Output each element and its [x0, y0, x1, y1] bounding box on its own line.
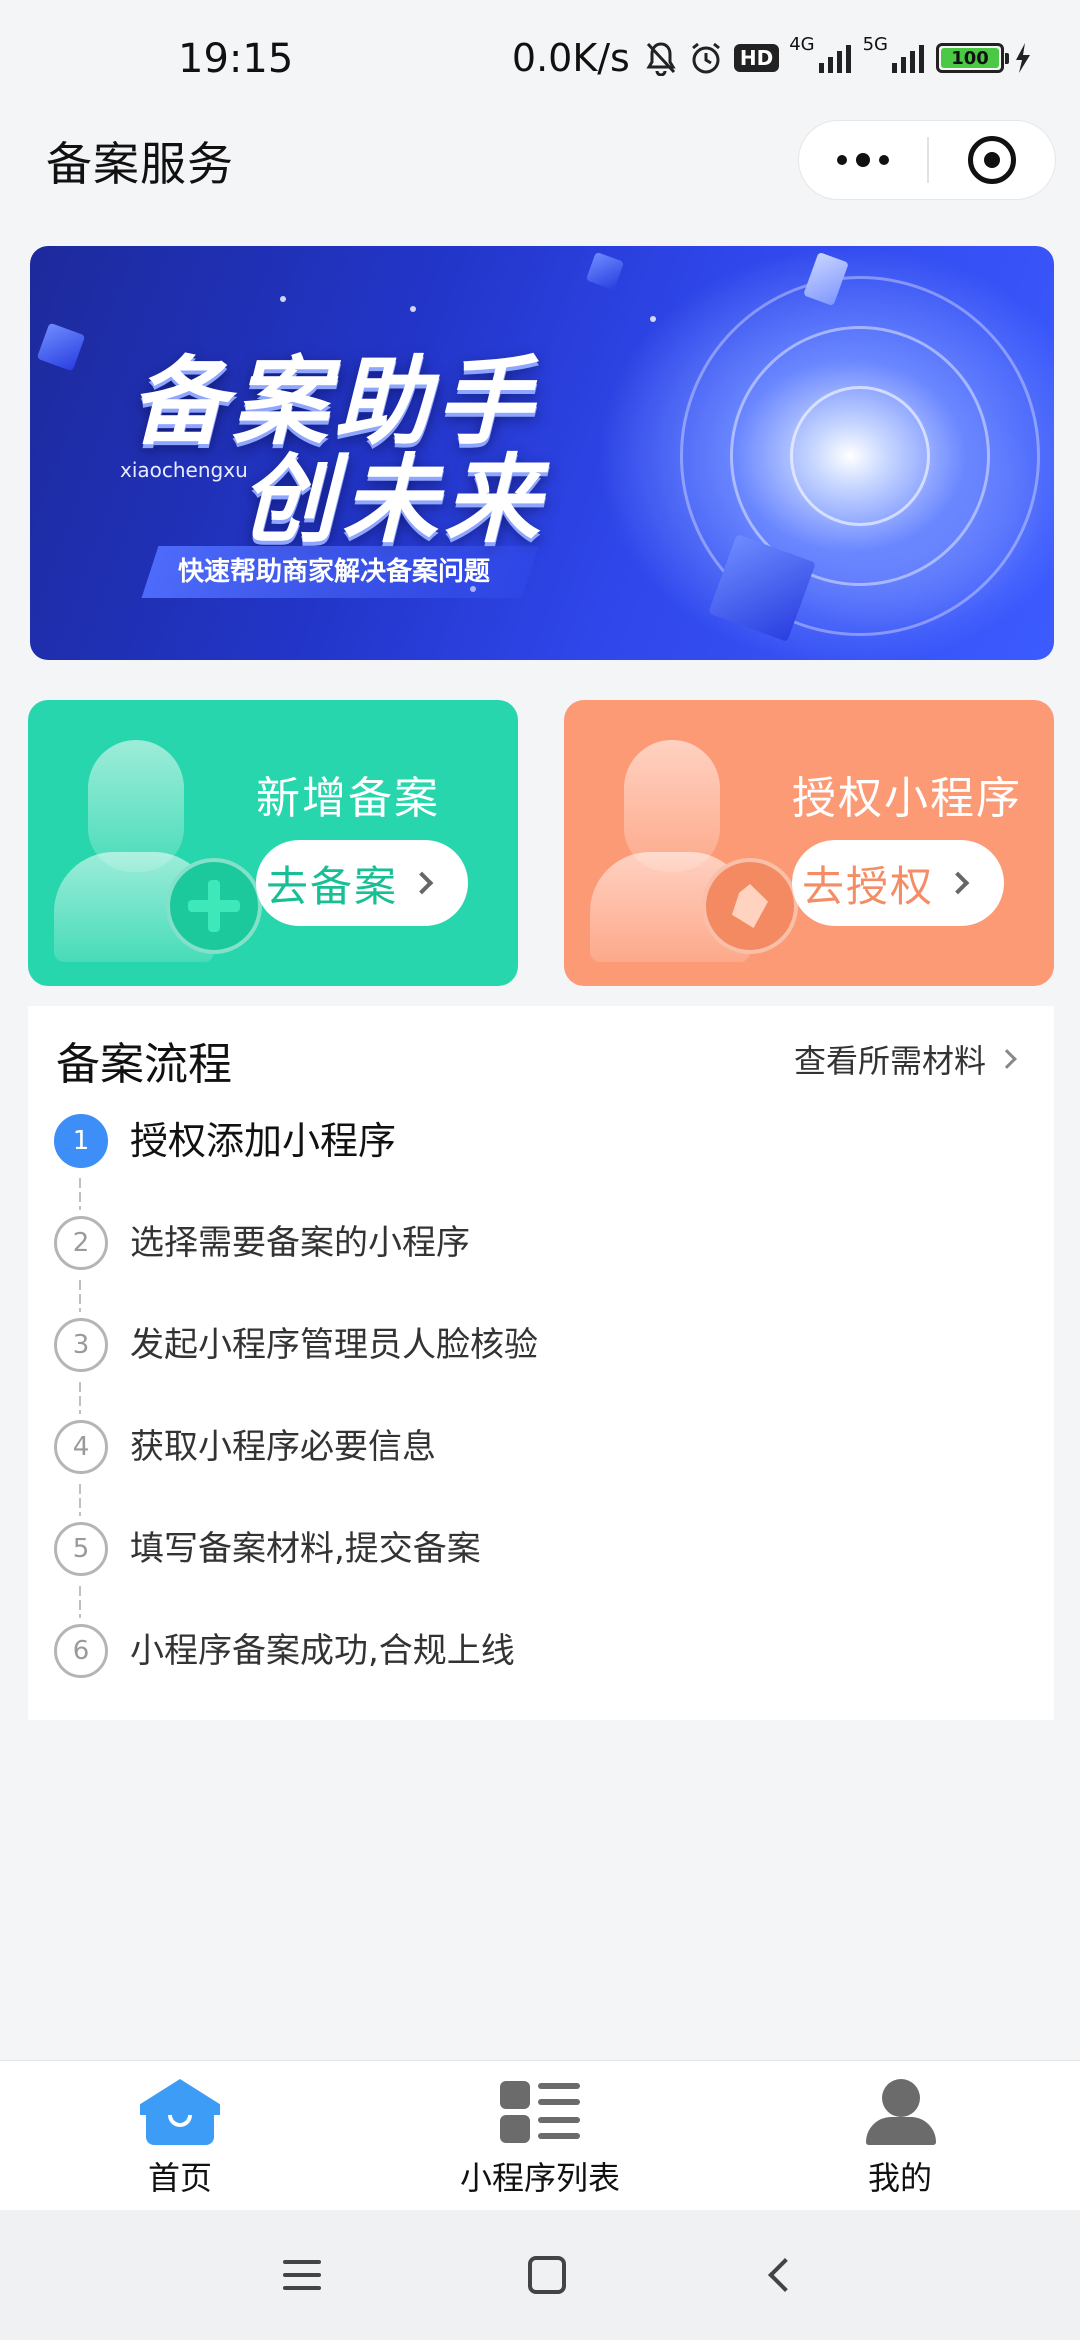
- net-speed: 0.0K/s: [511, 36, 630, 80]
- sparkle-decoration: [650, 316, 656, 322]
- step-number: 3: [54, 1318, 108, 1372]
- banner-cube-decoration: [585, 251, 625, 291]
- filing-process-panel: 备案流程 查看所需材料 1 授权添加小程序 2 选择需要备案的小程序 3 发起小…: [28, 1006, 1054, 1720]
- list-icon: [500, 2079, 580, 2145]
- sparkle-decoration: [280, 296, 286, 302]
- tab-home[interactable]: 首页: [0, 2061, 360, 2210]
- home-icon: [140, 2079, 220, 2145]
- network-5g-label: 5G: [862, 34, 888, 55]
- process-step: 1 授权添加小程序: [54, 1114, 1014, 1216]
- view-materials-label: 查看所需材料: [793, 1042, 986, 1080]
- miniprogram-capsule: [798, 120, 1056, 200]
- more-dot-icon: [837, 155, 847, 165]
- tab-home-label: 首页: [147, 2159, 212, 2197]
- hero-banner[interactable]: 备案助手 xiaochengxu 创未来 快速帮助商家解决备案问题: [30, 246, 1054, 660]
- target-icon: [968, 136, 1016, 184]
- step-number: 2: [54, 1216, 108, 1270]
- step-number: 1: [54, 1114, 108, 1168]
- charging-bolt-icon: [1014, 43, 1032, 73]
- system-navigation-bar: [0, 2210, 1080, 2340]
- tab-miniprogram-list[interactable]: 小程序列表: [360, 2061, 720, 2210]
- step-connector: [79, 1484, 81, 1516]
- network-4g-label: 4G: [789, 34, 815, 55]
- mute-bell-icon: [644, 40, 678, 76]
- step-label: 填写备案材料,提交备案: [130, 1529, 481, 1569]
- title-bar: 备案服务: [0, 120, 1080, 230]
- battery-icon: 100: [936, 43, 1009, 73]
- status-icons: 0.0K/s HD 4G 5G 100: [512, 32, 1032, 84]
- banner-slogan-text: 快速帮助商家解决备案问题: [178, 557, 491, 587]
- step-connector: [79, 1280, 81, 1312]
- banner-title-line2: 创未来: [240, 444, 546, 556]
- banner-ring-decoration: [790, 386, 930, 526]
- step-label: 小程序备案成功,合规上线: [130, 1631, 515, 1671]
- process-step: 5 填写备案材料,提交备案: [54, 1522, 1014, 1624]
- chevron-right-icon: [997, 1049, 1017, 1069]
- go-filing-button[interactable]: 去备案: [256, 840, 468, 926]
- banner-cube-decoration: [36, 322, 86, 372]
- go-authorize-button[interactable]: 去授权: [792, 840, 1004, 926]
- process-title: 备案流程: [56, 1039, 232, 1090]
- page-title: 备案服务: [46, 137, 234, 191]
- signal-5g-icon: [892, 43, 926, 73]
- step-connector: [79, 1586, 81, 1618]
- banner-slogan: 快速帮助商家解决备案问题: [141, 546, 539, 598]
- status-bar: 19:15 0.0K/s HD 4G 5G 100: [0, 0, 1080, 120]
- battery-level: 100: [941, 48, 999, 69]
- new-filing-title: 新增备案: [256, 773, 440, 824]
- new-filing-card[interactable]: 新增备案 去备案: [28, 700, 518, 986]
- back-icon[interactable]: [767, 2258, 802, 2292]
- step-label: 授权添加小程序: [130, 1119, 397, 1163]
- tab-miniprogram-list-label: 小程序列表: [459, 2159, 620, 2197]
- sparkle-decoration: [410, 306, 416, 312]
- person-authorize-icon: [590, 740, 798, 962]
- step-connector: [79, 1382, 81, 1414]
- close-miniprogram-button[interactable]: [929, 121, 1055, 199]
- step-number: 6: [54, 1624, 108, 1678]
- process-steps: 1 授权添加小程序 2 选择需要备案的小程序 3 发起小程序管理员人脸核验 4 …: [54, 1114, 1014, 1726]
- chevron-right-icon: [410, 871, 434, 895]
- process-step: 4 获取小程序必要信息: [54, 1420, 1014, 1522]
- home-button-icon[interactable]: [527, 2256, 566, 2294]
- step-connector: [79, 1178, 81, 1210]
- step-number: 4: [54, 1420, 108, 1474]
- alarm-icon: [688, 40, 724, 76]
- person-add-icon: [54, 740, 262, 962]
- more-dot-icon: [856, 153, 870, 167]
- step-label: 选择需要备案的小程序: [130, 1223, 470, 1263]
- hd-badge: HD: [733, 44, 780, 72]
- process-step: 2 选择需要备案的小程序: [54, 1216, 1014, 1318]
- banner-subtitle-en: xiaochengxu: [120, 458, 248, 482]
- authorize-miniprogram-card[interactable]: 授权小程序 去授权: [564, 700, 1054, 986]
- bottom-tab-bar: 首页 小程序列表 我的: [0, 2060, 1080, 2210]
- more-dot-icon: [879, 155, 889, 165]
- tab-mine-label: 我的: [867, 2159, 932, 2197]
- recent-apps-icon[interactable]: [283, 2260, 322, 2290]
- tab-mine[interactable]: 我的: [720, 2061, 1080, 2210]
- signal-4g-icon: [818, 43, 853, 73]
- more-button[interactable]: [799, 121, 927, 199]
- chevron-right-icon: [946, 871, 970, 895]
- authorize-badge-icon: [732, 884, 768, 928]
- view-materials-link[interactable]: 查看所需材料: [793, 1036, 1017, 1082]
- user-icon: [860, 2079, 940, 2145]
- process-step: 3 发起小程序管理员人脸核验: [54, 1318, 1014, 1420]
- plus-icon: [188, 880, 240, 932]
- process-step: 6 小程序备案成功,合规上线: [54, 1624, 1014, 1726]
- step-number: 5: [54, 1522, 108, 1576]
- status-time: 19:15: [178, 36, 294, 82]
- go-filing-label: 去备案: [266, 861, 399, 911]
- go-authorize-label: 去授权: [802, 861, 935, 911]
- authorize-miniprogram-title: 授权小程序: [792, 773, 1022, 824]
- step-label: 获取小程序必要信息: [130, 1427, 436, 1467]
- step-label: 发起小程序管理员人脸核验: [130, 1325, 538, 1365]
